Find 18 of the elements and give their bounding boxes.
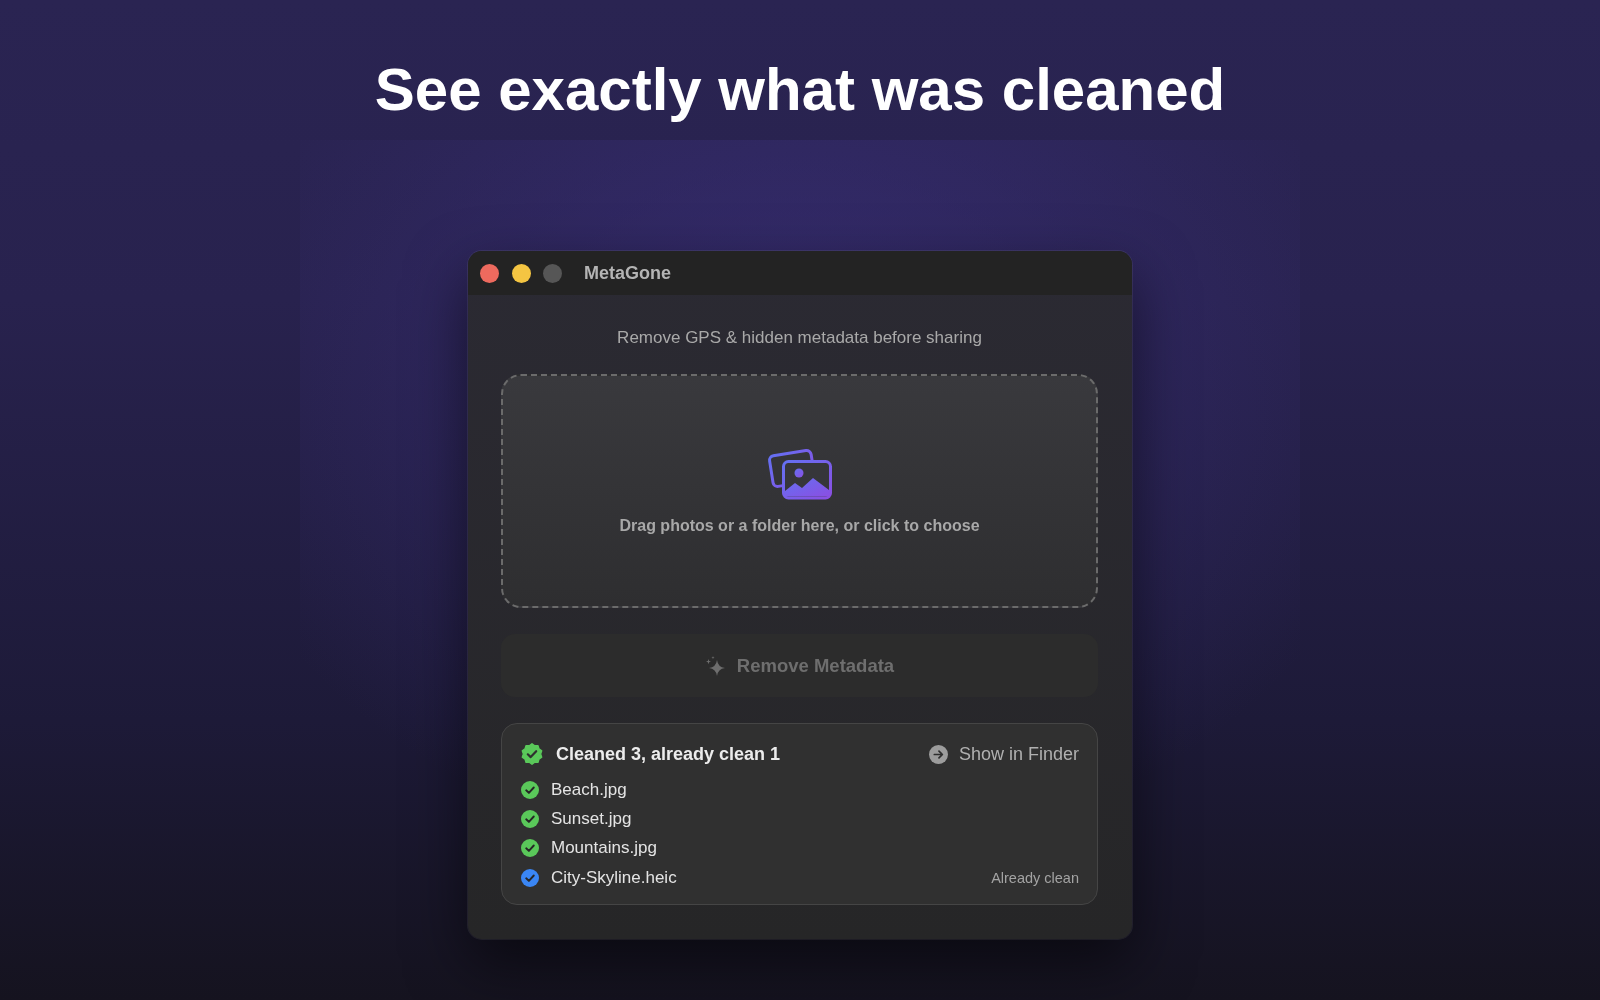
file-name: Beach.jpg	[551, 779, 628, 800]
results-summary: Cleaned 3, already clean 1	[556, 743, 782, 765]
drop-zone[interactable]: Drag photos or a folder here, or click to choose	[501, 374, 1098, 608]
close-button[interactable]	[480, 263, 499, 283]
minimize-button[interactable]	[511, 263, 531, 283]
subtitle-text: Remove GPS & hidden metadata before sharing	[616, 328, 983, 348]
check-badge-icon	[521, 743, 543, 765]
photos-icon	[766, 446, 833, 500]
status-note: Already clean	[991, 869, 1079, 886]
drop-zone-hint: Drag photos or a folder here, or click to choose	[619, 516, 980, 536]
file-name: Mountains.jpg	[551, 838, 658, 859]
file-name: Sunset.jpg	[551, 808, 633, 829]
file-name: City-Skyline.heic	[551, 867, 678, 888]
show-in-finder-button[interactable]: Show in Finder	[928, 743, 1079, 765]
arrow-circle-icon	[928, 744, 948, 764]
sparkle-icon	[704, 655, 725, 676]
page-headline: See exactly what was cleaned	[374, 55, 1226, 125]
window-title: MetaGone	[584, 262, 671, 284]
